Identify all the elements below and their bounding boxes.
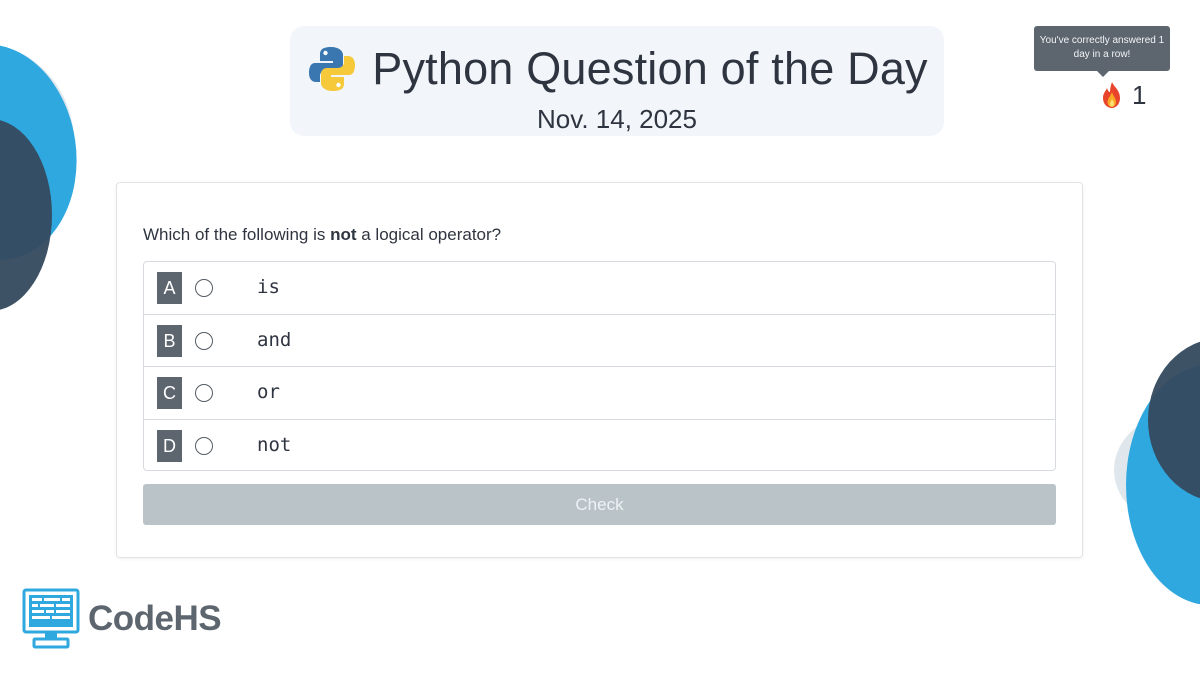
answer-option-a[interactable]: A is <box>144 262 1055 315</box>
streak-count: 1 <box>1132 79 1147 110</box>
radio-button[interactable] <box>195 331 213 350</box>
quiz-card: Which of the following is not a logical … <box>116 182 1083 558</box>
answer-options: A is B and C or D not <box>143 261 1056 471</box>
option-letter: C <box>157 377 182 409</box>
question-prefix: Which of the following is <box>143 225 331 244</box>
option-code: not <box>257 433 292 456</box>
python-logo-icon <box>309 47 356 91</box>
question-date: Nov. 14, 2025 <box>537 104 697 134</box>
answer-option-c[interactable]: C or <box>144 367 1055 420</box>
option-letter: A <box>157 272 182 304</box>
flame-icon <box>1103 82 1120 108</box>
option-code: is <box>257 276 280 298</box>
computer-monitor-icon <box>22 588 80 649</box>
radio-button[interactable] <box>195 384 213 402</box>
option-code: and <box>257 328 292 351</box>
title-card: Python Question of the Day Nov. 14, 2025 <box>290 26 944 136</box>
codehs-wordmark: CodeHS <box>88 599 222 638</box>
answer-option-d[interactable]: D not <box>144 420 1055 473</box>
question-text: Which of the following is not a logical … <box>143 225 501 245</box>
answer-option-b[interactable]: B and <box>144 315 1055 367</box>
question-suffix: a logical operator? <box>356 225 502 244</box>
codehs-brand[interactable]: CodeHS <box>22 588 222 650</box>
question-emphasis: not <box>330 225 357 244</box>
page-title: Python Question of the Day <box>372 43 928 94</box>
option-code: or <box>257 381 280 403</box>
check-button[interactable]: Check <box>143 484 1056 525</box>
option-letter: B <box>157 324 182 357</box>
radio-button[interactable] <box>195 279 213 297</box>
option-letter: D <box>157 429 182 462</box>
streak-counter[interactable]: 1 <box>1100 80 1146 110</box>
radio-button[interactable] <box>195 436 213 455</box>
streak-tooltip: You've correctly answered 1 day in a row… <box>1034 26 1170 77</box>
